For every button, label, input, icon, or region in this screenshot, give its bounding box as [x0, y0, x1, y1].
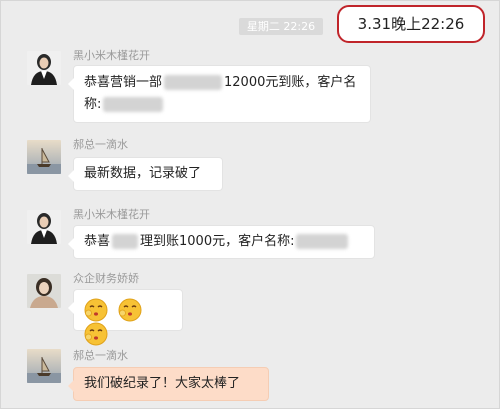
avatar[interactable] [27, 274, 61, 308]
redacted-text [296, 234, 349, 249]
avatar[interactable] [27, 210, 61, 244]
sender-name: 黑小米木槿花开 [73, 208, 150, 221]
redacted-text [112, 234, 139, 249]
sender-name: 郝总一滴水 [73, 349, 128, 362]
avatar[interactable] [27, 349, 61, 383]
kiss-emoji-icon [84, 322, 108, 346]
sender-name: 黑小米木槿花开 [73, 49, 150, 62]
time-annotation-callout: 3.31晚上22:26 [337, 5, 485, 43]
redacted-text [164, 75, 223, 90]
message-bubble [68, 289, 183, 346]
sender-name: 郝总一滴水 [73, 138, 128, 151]
message-bubble: 恭喜营销一部 12000元到账，客户名称: [68, 65, 371, 123]
kiss-emoji-icon [118, 298, 142, 322]
avatar[interactable] [27, 51, 61, 85]
message-bubble: 最新数据，记录破了 [68, 157, 223, 191]
kiss-emoji-icon [84, 298, 108, 322]
message-bubble: 我们破纪录了！大家太棒了 [68, 367, 269, 401]
message-text: 12000元到账，客户名 [224, 75, 357, 90]
avatar[interactable] [27, 140, 61, 174]
message-bubble: 恭喜 理到账1000元，客户名称: [68, 225, 375, 259]
message-text: 称: [84, 97, 102, 112]
message-text: 恭喜 [84, 234, 111, 249]
message-text: 最新数据，记录破了 [84, 166, 202, 181]
sender-name: 众企财务娇娇 [73, 272, 139, 285]
message-timestamp: 星期二 22:26 [239, 18, 323, 35]
redacted-text [103, 97, 164, 112]
message-text: 我们破纪录了！大家太棒了 [84, 376, 241, 391]
message-text: 恭喜营销一部 [84, 75, 163, 90]
message-text: 理到账1000元，客户名称: [140, 234, 295, 249]
